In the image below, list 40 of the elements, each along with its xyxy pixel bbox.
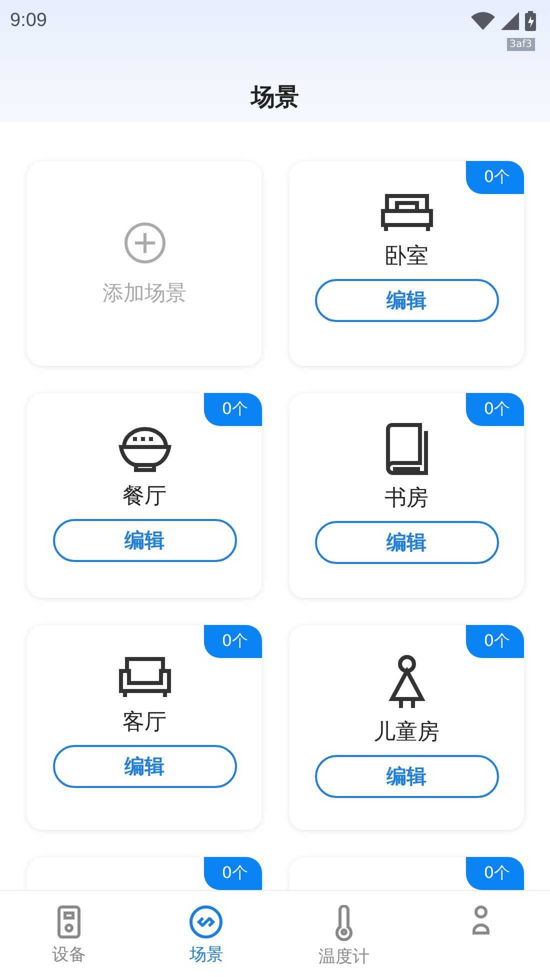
bed-icon — [380, 191, 434, 233]
plus-circle-icon — [122, 220, 166, 264]
count-badge: 0个 — [466, 393, 524, 426]
signal-icon — [501, 12, 519, 30]
edit-button[interactable]: 编辑 — [52, 745, 236, 788]
battery-icon — [525, 11, 536, 31]
scene-card[interactable]: 0个 书房 编辑 — [289, 393, 524, 598]
wifi-icon — [471, 12, 495, 30]
count-badge: 0个 — [204, 625, 262, 658]
edit-button[interactable]: 编辑 — [314, 521, 498, 564]
speaker-icon — [56, 905, 82, 939]
scene-card[interactable]: 0个 — [27, 857, 262, 890]
edit-button[interactable]: 编辑 — [52, 519, 236, 562]
count-badge: 0个 — [466, 625, 524, 658]
person-icon — [386, 655, 426, 709]
add-scene-card[interactable]: 添加场景 — [27, 161, 262, 366]
status-time: 9:09 — [10, 10, 47, 32]
edit-button[interactable]: 编辑 — [314, 755, 498, 798]
scene-card[interactable]: 0个 — [289, 857, 524, 890]
count-badge: 0个 — [204, 857, 262, 890]
scene-name: 卧室 — [384, 243, 428, 271]
link-circle-icon — [189, 905, 224, 939]
sofa-icon — [118, 655, 172, 699]
edit-button[interactable]: 编辑 — [314, 279, 498, 322]
book-icon — [384, 423, 430, 475]
scene-name: 儿童房 — [374, 719, 440, 747]
scene-card[interactable]: 0个 客厅 编辑 — [27, 625, 262, 830]
scene-card[interactable]: 0个 餐厅 编辑 — [27, 393, 262, 598]
count-badge: 0个 — [466, 161, 524, 194]
scene-name: 客厅 — [122, 709, 166, 737]
page-title: 场景 — [249, 82, 300, 113]
scene-name: 餐厅 — [122, 483, 166, 511]
count-badge: 0个 — [466, 857, 524, 890]
count-badge: 0个 — [204, 393, 262, 426]
scene-name: 书房 — [384, 485, 428, 513]
thermometer-icon — [334, 905, 354, 941]
scene-card[interactable]: 0个 儿童房 编辑 — [289, 625, 524, 830]
add-scene-label: 添加场景 — [102, 280, 186, 306]
scene-card[interactable]: 0个 卧室 编辑 — [289, 161, 524, 366]
debug-tag: 3af3 — [506, 38, 535, 51]
